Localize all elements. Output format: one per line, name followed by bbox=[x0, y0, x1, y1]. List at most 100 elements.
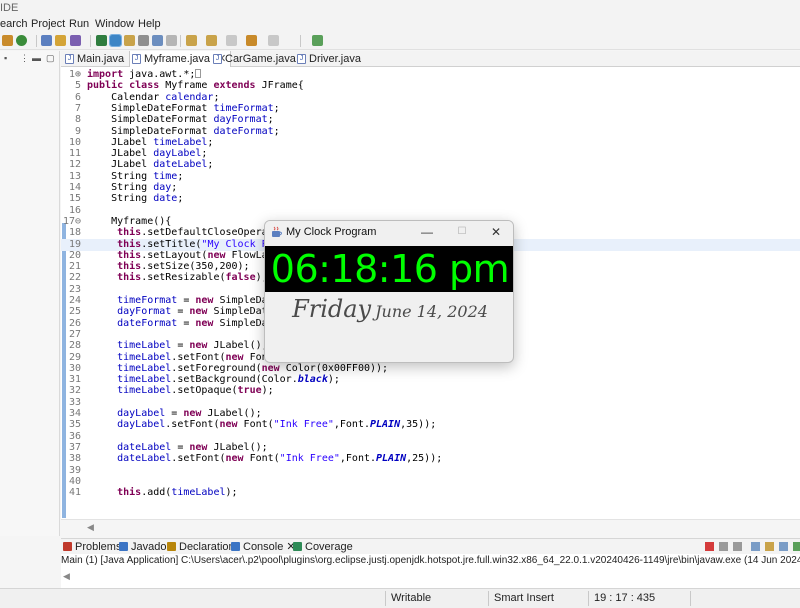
code-line[interactable]: 39 bbox=[61, 465, 800, 477]
tab-label: Driver.java bbox=[309, 53, 361, 65]
code-line[interactable]: 31 timeLabel.setBackground(Color.black); bbox=[61, 374, 800, 386]
menu-window[interactable]: Window bbox=[95, 16, 134, 32]
console-output[interactable]: ◀ bbox=[61, 568, 800, 588]
minimize-button[interactable]: — bbox=[416, 224, 438, 240]
terminate-icon[interactable] bbox=[705, 542, 714, 551]
bottom-panel-tabs: Problems Javadoc Declaration Console ✕ C… bbox=[61, 538, 800, 554]
remove-launch-icon[interactable] bbox=[719, 542, 728, 551]
horizontal-scrollbar[interactable]: ◀ bbox=[61, 519, 800, 535]
show-whitespace-icon[interactable] bbox=[152, 35, 163, 46]
code-line[interactable]: 13 String time; bbox=[61, 171, 800, 183]
code-text: this.setLayout(new FlowLayou bbox=[117, 249, 286, 261]
code-line[interactable]: 34 dayLabel = new JLabel(); bbox=[61, 408, 800, 420]
open-folder-icon[interactable] bbox=[55, 35, 66, 46]
view-menu-icon[interactable]: ⋮ bbox=[20, 53, 29, 64]
next-annotation-icon[interactable] bbox=[186, 35, 197, 46]
line-number: 40 bbox=[68, 475, 81, 487]
code-text: public class Myframe extends JFrame{ bbox=[87, 80, 304, 92]
status-separator bbox=[690, 591, 691, 606]
clock-window[interactable]: My Clock Program — ☐ ✕ 06:18:16 pm Frida… bbox=[264, 220, 514, 363]
code-line[interactable]: 9 SimpleDateFormat dateFormat; bbox=[61, 126, 800, 138]
tab-coverage[interactable]: Coverage bbox=[293, 539, 353, 555]
line-number: 19 bbox=[68, 238, 81, 250]
code-line[interactable]: 8 SimpleDateFormat dayFormat; bbox=[61, 114, 800, 126]
code-line[interactable]: 14 String day; bbox=[61, 182, 800, 194]
pin-console-icon[interactable] bbox=[765, 542, 774, 551]
collapse-all-icon[interactable]: ▪ bbox=[4, 53, 7, 63]
java-cup-icon bbox=[272, 226, 282, 237]
code-line[interactable]: 12 JLabel dateLabel; bbox=[61, 159, 800, 171]
time-label: 06:18:16 pm bbox=[265, 246, 513, 292]
tab-label: Declaration bbox=[179, 541, 235, 553]
scroll-lock-icon[interactable] bbox=[751, 542, 760, 551]
line-number: 11 bbox=[68, 148, 81, 160]
code-line[interactable]: 5 public class Myframe extends JFrame{ bbox=[61, 80, 800, 92]
open-console-icon[interactable] bbox=[793, 542, 800, 551]
menu-project[interactable]: Project bbox=[31, 16, 65, 32]
minimize-view-icon[interactable]: ▬ bbox=[32, 53, 41, 63]
java-file-icon: J bbox=[65, 54, 74, 64]
line-number: 9 bbox=[74, 125, 81, 137]
line-number: 16 bbox=[68, 204, 81, 216]
tab-driver-java[interactable]: J Driver.java bbox=[295, 51, 361, 67]
code-line[interactable]: 10 JLabel timeLabel; bbox=[61, 137, 800, 149]
status-separator bbox=[385, 591, 386, 606]
back-icon[interactable] bbox=[246, 35, 257, 46]
search-icon[interactable] bbox=[96, 35, 107, 46]
display-console-icon[interactable] bbox=[779, 542, 788, 551]
code-line[interactable]: 30 timeLabel.setForeground(new Color(0x0… bbox=[61, 363, 800, 375]
forward-icon[interactable] bbox=[268, 35, 279, 46]
line-number: 30 bbox=[68, 362, 81, 374]
code-line[interactable]: 32 timeLabel.setOpaque(true); bbox=[61, 385, 800, 397]
code-line[interactable]: 35 dayLabel.setFont(new Font("Ink Free",… bbox=[61, 419, 800, 431]
code-text: timeLabel.setOpaque(true); bbox=[117, 385, 274, 397]
open-type-icon[interactable] bbox=[41, 35, 52, 46]
tab-label: CarGame.java bbox=[225, 53, 296, 65]
code-line[interactable]: 11 JLabel dayLabel; bbox=[61, 148, 800, 160]
code-line[interactable]: 40 bbox=[61, 476, 800, 488]
code-line[interactable]: 38 dateLabel.setFont(new Font("Ink Free"… bbox=[61, 453, 800, 465]
terminal-icon[interactable] bbox=[312, 35, 323, 46]
code-line[interactable]: 16 bbox=[61, 205, 800, 217]
tab-javadoc[interactable]: Javadoc bbox=[119, 539, 172, 555]
tab-console[interactable]: Console ✕ bbox=[231, 539, 296, 555]
code-text: timeLabel.setBackground(Color.black); bbox=[117, 374, 340, 386]
menu-search[interactable]: earch bbox=[0, 16, 28, 32]
line-number: 20 bbox=[68, 249, 81, 261]
code-text: JLabel timeLabel; bbox=[87, 136, 214, 148]
close-button[interactable]: ✕ bbox=[485, 224, 507, 240]
menu-help[interactable]: Help bbox=[138, 16, 161, 32]
scroll-left-icon[interactable]: ◀ bbox=[63, 571, 70, 582]
maximize-view-icon[interactable]: ▢ bbox=[46, 53, 55, 64]
code-line[interactable]: 37 dateLabel = new JLabel(); bbox=[61, 442, 800, 454]
remove-all-icon[interactable] bbox=[733, 542, 742, 551]
code-line[interactable]: 36 bbox=[61, 431, 800, 443]
menu-run[interactable]: Run bbox=[69, 16, 89, 32]
scroll-left-icon[interactable]: ◀ bbox=[87, 522, 94, 533]
code-line[interactable]: 15 String date; bbox=[61, 193, 800, 205]
tab-problems[interactable]: Problems bbox=[63, 539, 121, 555]
code-line[interactable]: 41 this.add(timeLabel); bbox=[61, 487, 800, 499]
toggle-mark-icon[interactable] bbox=[109, 34, 122, 47]
debug-icon[interactable] bbox=[16, 35, 27, 46]
coverage-icon bbox=[293, 542, 302, 551]
code-line[interactable]: 7 SimpleDateFormat timeFormat; bbox=[61, 103, 800, 115]
paragraph-icon[interactable] bbox=[166, 35, 177, 46]
line-number: 18 bbox=[68, 227, 81, 239]
last-edit-icon[interactable] bbox=[226, 35, 237, 46]
code-text: this.add(timeLabel); bbox=[117, 487, 238, 499]
tab-label: Problems bbox=[75, 541, 122, 553]
code-text: SimpleDateFormat timeFormat; bbox=[87, 102, 280, 114]
tab-main-java[interactable]: J Main.java bbox=[63, 51, 124, 67]
run-config-icon[interactable] bbox=[70, 35, 81, 46]
tab-cargame-java[interactable]: J CarGame.java bbox=[211, 51, 296, 67]
code-line[interactable]: 6 Calendar calendar; bbox=[61, 92, 800, 104]
clock-window-titlebar[interactable]: My Clock Program — ☐ ✕ bbox=[265, 221, 513, 245]
new-icon[interactable] bbox=[2, 35, 13, 46]
annotation-icon[interactable] bbox=[124, 35, 135, 46]
prev-annotation-icon[interactable] bbox=[206, 35, 217, 46]
block-select-icon[interactable] bbox=[138, 35, 149, 46]
code-line[interactable]: 33 bbox=[61, 397, 800, 409]
tab-declaration[interactable]: Declaration bbox=[167, 539, 235, 555]
line-number: 5 bbox=[74, 80, 81, 92]
